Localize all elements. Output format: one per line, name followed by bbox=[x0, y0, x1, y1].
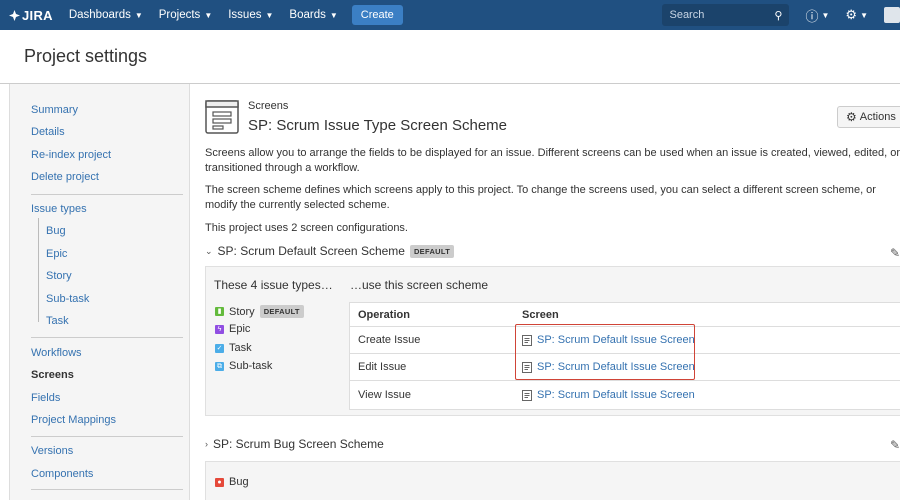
caret-down-icon: ▼ bbox=[265, 10, 274, 20]
sidebar-item-issue-types[interactable]: Issue types bbox=[31, 203, 87, 215]
issue-type-epic: ϟ Epic bbox=[215, 323, 250, 335]
sidebar-item-epic[interactable]: Epic bbox=[46, 248, 67, 260]
epic-icon: ϟ bbox=[215, 324, 224, 334]
nav-boards[interactable]: Boards ▼ bbox=[289, 9, 337, 21]
scheme-name: SP: Scrum Default Screen Scheme bbox=[217, 244, 405, 258]
section-label: Screens bbox=[248, 100, 289, 112]
sidebar-separator bbox=[31, 337, 183, 338]
highlight-box bbox=[515, 324, 695, 380]
sidebar-item-versions[interactable]: Versions bbox=[31, 445, 73, 457]
use-scheme-heading: …use this screen scheme bbox=[350, 278, 489, 292]
pencil-icon[interactable]: ✎ bbox=[890, 246, 900, 260]
jira-logo[interactable]: JIRA bbox=[9, 8, 53, 23]
logo-text: JIRA bbox=[22, 7, 53, 23]
default-badge: DEFAULT bbox=[259, 305, 304, 318]
sidebar-separator bbox=[31, 194, 183, 195]
sidebar-item-reindex[interactable]: Re-index project bbox=[31, 149, 111, 161]
default-badge: DEFAULT bbox=[409, 244, 455, 258]
scheme-toggle-bug[interactable]: › SP: Scrum Bug Screen Scheme bbox=[205, 437, 384, 451]
nav-projects[interactable]: Projects ▼ bbox=[159, 9, 212, 21]
story-icon: ▮ bbox=[215, 307, 224, 316]
scheme-title: SP: Scrum Issue Type Screen Scheme bbox=[248, 117, 508, 134]
caret-down-icon: ▼ bbox=[204, 10, 213, 20]
issue-type-sub-task: ⧉ Sub-task bbox=[215, 360, 273, 372]
page-title: Project settings bbox=[24, 46, 148, 66]
jira-logo-icon bbox=[9, 9, 20, 21]
actions-label: Actions bbox=[859, 111, 896, 123]
gear-icon: ⚙ bbox=[846, 110, 857, 124]
sidebar-item-sub-task[interactable]: Sub-task bbox=[46, 293, 89, 305]
column-header-operation: Operation bbox=[358, 308, 410, 321]
sidebar-item-story[interactable]: Story bbox=[46, 270, 72, 282]
operation-cell: Edit Issue bbox=[358, 361, 407, 373]
search-input[interactable]: Search ⚲ bbox=[662, 4, 790, 26]
task-icon: ✓ bbox=[215, 343, 224, 353]
search-placeholder: Search bbox=[669, 9, 705, 21]
help-icon: ⓘ bbox=[805, 8, 819, 24]
scheme-toggle-default[interactable]: ⌄ SP: Scrum Default Screen Scheme DEFAUL… bbox=[205, 244, 455, 258]
admin-menu[interactable]: ⚙ ▼ bbox=[845, 7, 868, 23]
issue-type-story: ▮ Story DEFAULT bbox=[215, 305, 304, 318]
scheme-panel: ● Bug bbox=[205, 461, 900, 500]
sidebar-item-project-mappings[interactable]: Project Mappings bbox=[31, 414, 116, 426]
gear-icon: ⚙ bbox=[845, 7, 858, 22]
caret-down-icon: ▼ bbox=[821, 10, 830, 20]
screen-link[interactable]: SP: Scrum Default Issue Screen bbox=[537, 389, 695, 401]
issue-type-task: ✓ Task bbox=[215, 342, 252, 354]
sidebar: Summary Details Re-index project Delete … bbox=[10, 84, 190, 500]
main-content: Screens SP: Scrum Issue Type Screen Sche… bbox=[191, 84, 900, 500]
operation-cell: Create Issue bbox=[358, 334, 421, 346]
nav-issues[interactable]: Issues ▼ bbox=[228, 9, 273, 21]
issue-types-heading: These 4 issue types… bbox=[214, 278, 333, 292]
sidebar-item-task[interactable]: Task bbox=[46, 315, 69, 327]
operation-cell: View Issue bbox=[358, 389, 411, 401]
sidebar-item-details[interactable]: Details bbox=[31, 126, 65, 138]
help-menu[interactable]: ⓘ ▼ bbox=[805, 6, 829, 25]
page-header: Project settings bbox=[0, 30, 900, 84]
description-paragraph: Screens allow you to arrange the fields … bbox=[205, 147, 900, 174]
search-icon: ⚲ bbox=[774, 9, 783, 22]
caret-down-icon: ▼ bbox=[134, 10, 143, 20]
sidebar-item-summary[interactable]: Summary bbox=[31, 104, 78, 116]
scheme-name: SP: Scrum Bug Screen Scheme bbox=[213, 437, 384, 451]
caret-down-icon: ▼ bbox=[860, 10, 868, 20]
sidebar-separator bbox=[31, 489, 183, 490]
chevron-right-icon: › bbox=[205, 439, 208, 449]
sidebar-item-bug[interactable]: Bug bbox=[46, 225, 66, 237]
screen-cell: SP: Scrum Default Issue Screen bbox=[522, 381, 695, 409]
sidebar-item-screens[interactable]: Screens bbox=[31, 369, 74, 381]
tree-line bbox=[38, 218, 39, 322]
screen-icon bbox=[522, 389, 532, 401]
table-row: View Issue SP: Scrum Default Issue Scree… bbox=[350, 381, 900, 409]
caret-down-icon: ▼ bbox=[329, 10, 338, 20]
sidebar-item-fields[interactable]: Fields bbox=[31, 392, 60, 404]
description-paragraph: This project uses 2 screen configuration… bbox=[205, 222, 408, 234]
actions-button[interactable]: ⚙ Actions bbox=[837, 106, 900, 128]
sidebar-item-workflows[interactable]: Workflows bbox=[31, 347, 82, 359]
sidebar-item-components[interactable]: Components bbox=[31, 468, 93, 480]
issue-type-bug: ● Bug bbox=[215, 476, 249, 488]
screens-icon bbox=[205, 100, 239, 134]
column-header-screen: Screen bbox=[522, 308, 559, 321]
avatar[interactable] bbox=[884, 7, 900, 23]
description-paragraph: The screen scheme defines which screens … bbox=[205, 184, 876, 211]
nav-dashboards[interactable]: Dashboards ▼ bbox=[69, 9, 143, 21]
create-button[interactable]: Create bbox=[351, 5, 403, 25]
top-nav: JIRA Dashboards ▼ Projects ▼ Issues ▼ Board… bbox=[0, 0, 900, 30]
bug-icon: ● bbox=[215, 477, 224, 487]
pencil-icon[interactable]: ✎ bbox=[890, 438, 900, 452]
sidebar-item-delete-project[interactable]: Delete project bbox=[31, 171, 99, 183]
sidebar-separator bbox=[31, 436, 183, 437]
sub-task-icon: ⧉ bbox=[215, 361, 224, 371]
chevron-down-icon: ⌄ bbox=[205, 245, 213, 256]
